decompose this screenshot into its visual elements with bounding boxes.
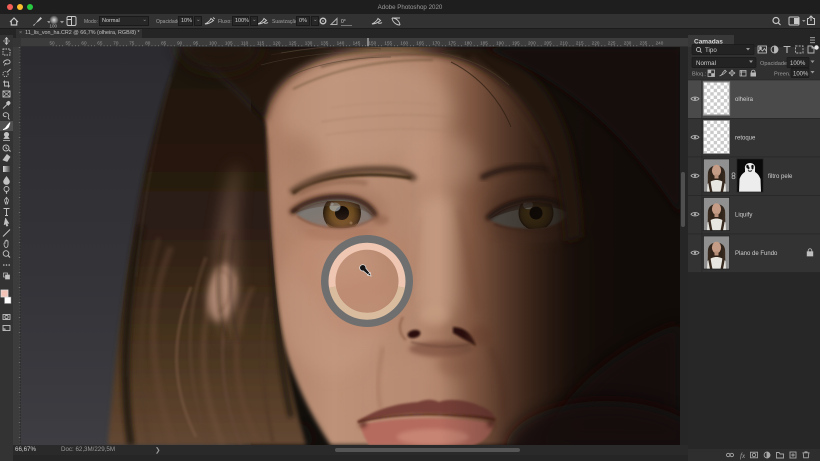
svg-text:165: 165 — [416, 41, 424, 46]
svg-text:200: 200 — [528, 41, 536, 46]
svg-text:85: 85 — [161, 41, 167, 46]
svg-text:fx: fx — [740, 452, 746, 460]
svg-text:225: 225 — [608, 41, 616, 46]
svg-text:95: 95 — [193, 41, 199, 46]
svg-text:210: 210 — [560, 41, 568, 46]
svg-text:190: 190 — [496, 41, 504, 46]
svg-text:230: 230 — [624, 41, 632, 46]
svg-text:70: 70 — [113, 41, 119, 46]
svg-text:olheira: olheira — [735, 97, 754, 103]
svg-text:145: 145 — [353, 41, 361, 46]
svg-text:65: 65 — [97, 41, 103, 46]
svg-text:retoque: retoque — [735, 136, 756, 142]
svg-text:Bloq.:: Bloq.: — [692, 72, 707, 78]
svg-text:140: 140 — [337, 41, 345, 46]
svg-text:105: 105 — [225, 41, 233, 46]
svg-text:170: 170 — [432, 41, 440, 46]
svg-text:90: 90 — [177, 41, 183, 46]
svg-text:55: 55 — [66, 41, 72, 46]
svg-text:100%: 100% — [793, 72, 809, 78]
svg-text:filtro pele: filtro pele — [768, 174, 793, 180]
svg-text:50: 50 — [50, 41, 56, 46]
svg-text:Opacidade:: Opacidade: — [760, 61, 789, 67]
svg-text:100: 100 — [209, 41, 217, 46]
svg-text:60: 60 — [81, 41, 87, 46]
svg-text:120: 120 — [273, 41, 281, 46]
svg-text:135: 135 — [321, 41, 329, 46]
svg-text:115: 115 — [257, 41, 265, 46]
svg-text:220: 220 — [592, 41, 600, 46]
svg-text:Preen.:: Preen.: — [774, 72, 792, 78]
svg-text:100: 100 — [50, 24, 58, 29]
svg-text:150: 150 — [369, 41, 377, 46]
svg-text:125: 125 — [289, 41, 297, 46]
svg-text:180: 180 — [464, 41, 472, 46]
svg-text:235: 235 — [640, 41, 648, 46]
svg-text:195: 195 — [512, 41, 520, 46]
svg-text:100%: 100% — [790, 61, 806, 67]
svg-text:75: 75 — [129, 41, 135, 46]
svg-text:Tipo: Tipo — [705, 47, 717, 54]
svg-text:205: 205 — [544, 41, 552, 46]
svg-text:240: 240 — [656, 41, 664, 46]
svg-text:215: 215 — [576, 41, 584, 46]
svg-text:Normal: Normal — [696, 60, 716, 67]
svg-text:130: 130 — [305, 41, 313, 46]
svg-text:80: 80 — [145, 41, 151, 46]
svg-text:Plano de Fundo: Plano de Fundo — [735, 251, 778, 257]
svg-text:160: 160 — [400, 41, 408, 46]
svg-text:Liquify: Liquify — [735, 212, 752, 218]
svg-text:110: 110 — [241, 41, 249, 46]
svg-text:175: 175 — [448, 41, 456, 46]
svg-text:185: 185 — [480, 41, 488, 46]
svg-text:155: 155 — [384, 41, 392, 46]
